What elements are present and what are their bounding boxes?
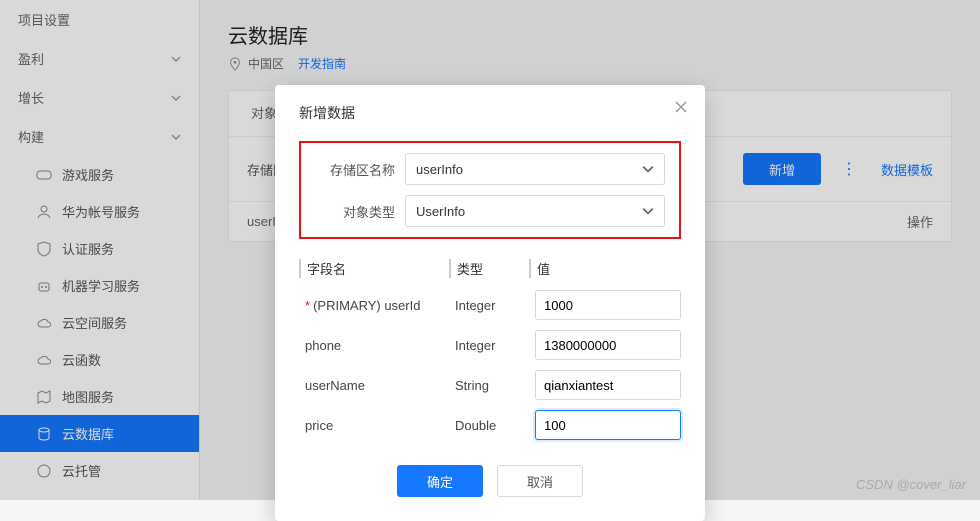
chevron-down-icon xyxy=(642,163,654,175)
field-value-input[interactable] xyxy=(535,410,681,440)
chevron-down-icon xyxy=(642,205,654,217)
field-value-input[interactable] xyxy=(535,330,681,360)
field-name: userName xyxy=(299,378,449,393)
head-fieldname: 字段名 xyxy=(299,259,449,278)
modal-overlay: 新增数据 存储区名称 userInfo 对象类型 UserInfo 字段名 xyxy=(0,0,980,500)
required-star: * xyxy=(305,298,310,313)
ok-button[interactable]: 确定 xyxy=(397,465,483,497)
head-type: 类型 xyxy=(449,259,529,278)
modal-actions: 确定 取消 xyxy=(299,465,681,497)
modal-storage-select[interactable]: userInfo xyxy=(405,153,665,185)
head-value: 值 xyxy=(529,259,681,278)
fields-header: 字段名 类型 值 xyxy=(299,253,681,285)
field-value-input[interactable] xyxy=(535,370,681,400)
field-row: phoneInteger xyxy=(299,325,681,365)
field-value-input[interactable] xyxy=(535,290,681,320)
highlighted-selectors: 存储区名称 userInfo 对象类型 UserInfo xyxy=(299,141,681,239)
field-type: String xyxy=(449,378,529,393)
modal-objtype-select[interactable]: UserInfo xyxy=(405,195,665,227)
field-type: Double xyxy=(449,418,529,433)
modal-storage-label: 存储区名称 xyxy=(315,160,405,179)
field-name: phone xyxy=(299,338,449,353)
field-row: userNameString xyxy=(299,365,681,405)
cancel-button[interactable]: 取消 xyxy=(497,465,583,497)
field-rows: *(PRIMARY) userIdIntegerphoneIntegeruser… xyxy=(299,285,681,445)
field-type: Integer xyxy=(449,298,529,313)
field-name: *(PRIMARY) userId xyxy=(299,298,449,313)
field-type: Integer xyxy=(449,338,529,353)
modal-title: 新增数据 xyxy=(299,103,681,123)
modal-objtype-label: 对象类型 xyxy=(315,202,405,221)
field-row: priceDouble xyxy=(299,405,681,445)
close-icon[interactable] xyxy=(673,99,689,115)
field-name: price xyxy=(299,418,449,433)
add-data-modal: 新增数据 存储区名称 userInfo 对象类型 UserInfo 字段名 xyxy=(275,85,705,521)
field-row: *(PRIMARY) userIdInteger xyxy=(299,285,681,325)
